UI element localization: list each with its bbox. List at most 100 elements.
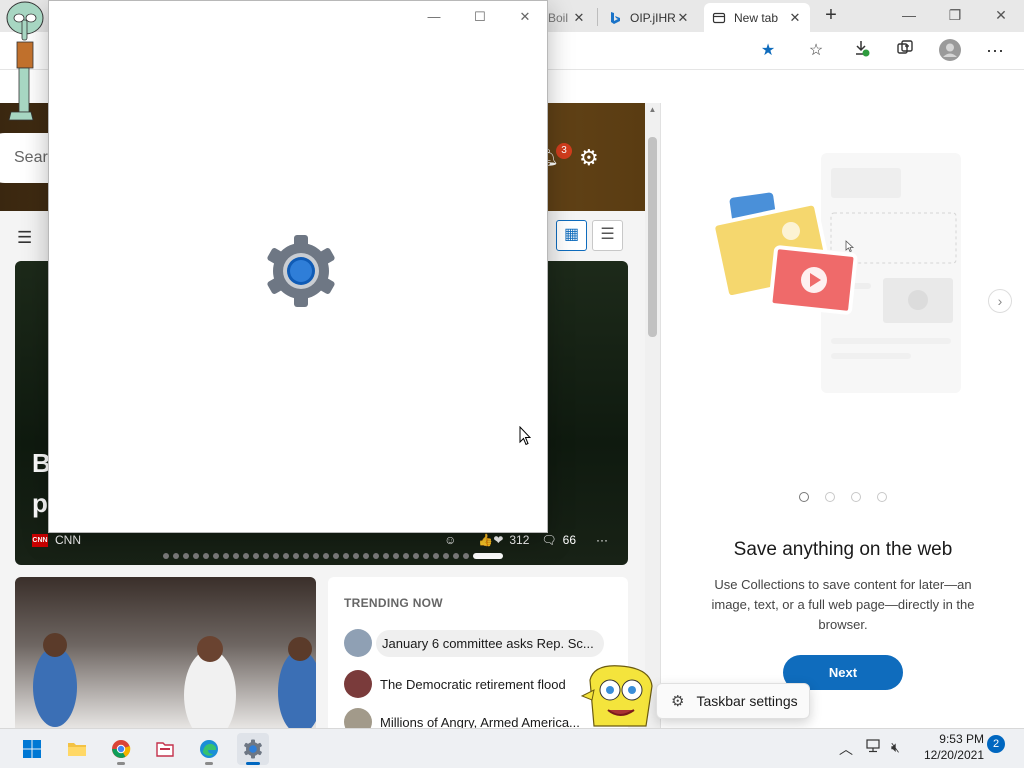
squidward-sticker-image xyxy=(6,1,44,121)
sports-news-card[interactable] xyxy=(15,577,316,728)
pager-dot[interactable] xyxy=(799,492,809,502)
comment-icon[interactable]: 🗨︎ xyxy=(541,533,556,547)
settings-button[interactable] xyxy=(237,733,269,765)
carousel-dot[interactable] xyxy=(203,553,209,559)
clock-time: 9:53 PM xyxy=(939,732,984,746)
minimize-icon[interactable]: — xyxy=(419,5,449,29)
taskbar: ︿ 🔇︎ 9:53 PM 12/20/2021 xyxy=(0,728,1024,768)
pager-dot[interactable] xyxy=(851,492,861,502)
menu-hamburger-icon[interactable]: ☰ xyxy=(17,228,32,248)
file-explorer-button[interactable] xyxy=(61,733,93,765)
carousel-dot[interactable] xyxy=(213,553,219,559)
trending-heading: TRENDING NOW xyxy=(344,596,443,610)
tab-label: OIP.jIHR xyxy=(630,10,676,25)
running-indicator xyxy=(205,762,213,765)
comment-count: 66 xyxy=(562,533,576,547)
onboarding-pager[interactable] xyxy=(799,492,887,502)
system-clock[interactable]: 9:53 PM 12/20/2021 xyxy=(918,731,984,763)
start-button[interactable] xyxy=(16,733,48,765)
chevron-up-icon[interactable]: ︿ xyxy=(839,739,853,759)
carousel-dot[interactable] xyxy=(343,553,349,559)
carousel-dot[interactable] xyxy=(423,553,429,559)
tab-new-tab[interactable]: New tab ✕ xyxy=(704,3,810,32)
carousel-dot[interactable] xyxy=(403,553,409,559)
carousel-dot[interactable] xyxy=(163,553,169,559)
carousel-dot[interactable] xyxy=(233,553,239,559)
carousel-dot[interactable] xyxy=(393,553,399,559)
more-options-icon[interactable]: ⋯ xyxy=(983,39,1007,63)
taskbar-settings-menu-item[interactable]: ⚙ Taskbar settings xyxy=(656,683,810,719)
maximize-icon[interactable]: ❐ xyxy=(932,0,978,32)
carousel-dot[interactable] xyxy=(453,553,459,559)
tab-oip[interactable]: OIP.jIHR ✕ xyxy=(600,3,698,32)
basketball-photo xyxy=(33,633,316,728)
downloads-icon[interactable] xyxy=(849,39,873,63)
list-view-icon[interactable]: ☰ xyxy=(592,220,623,251)
collections-description: Use Collections to save content for late… xyxy=(711,577,975,632)
carousel-dot[interactable] xyxy=(273,553,279,559)
close-window-icon[interactable]: ✕ xyxy=(978,0,1024,32)
maximize-icon[interactable]: ☐ xyxy=(465,5,495,29)
notification-center-badge[interactable]: 2 xyxy=(987,735,1005,753)
carousel-dot[interactable] xyxy=(443,553,449,559)
edge-button[interactable] xyxy=(193,733,225,765)
carousel-dot[interactable] xyxy=(383,553,389,559)
favorites-icon[interactable]: ☆ xyxy=(804,39,828,63)
close-icon[interactable]: ✕ xyxy=(788,10,802,26)
reaction-count: 312 xyxy=(509,533,530,547)
page-scrollbar[interactable]: ▲ xyxy=(645,103,660,728)
carousel-dot[interactable] xyxy=(333,553,339,559)
carousel-dot[interactable] xyxy=(263,553,269,559)
chrome-button[interactable] xyxy=(105,733,137,765)
carousel-dot[interactable] xyxy=(463,553,469,559)
carousel-dot[interactable] xyxy=(363,553,369,559)
network-icon[interactable] xyxy=(865,739,881,756)
new-tab-button[interactable]: + xyxy=(819,4,843,28)
file-manager-button[interactable] xyxy=(149,733,181,765)
carousel-dot[interactable] xyxy=(473,553,503,559)
collections-title: Save anything on the web xyxy=(733,539,953,560)
carousel-dot[interactable] xyxy=(313,553,319,559)
carousel-dot[interactable] xyxy=(303,553,309,559)
carousel-dot[interactable] xyxy=(193,553,199,559)
carousel-dots[interactable] xyxy=(163,553,503,559)
carousel-next-icon[interactable]: › xyxy=(988,289,1012,313)
chrome-icon xyxy=(112,740,131,758)
scroll-thumb[interactable] xyxy=(648,137,657,337)
bing-icon xyxy=(608,11,622,25)
close-icon[interactable]: ✕ xyxy=(572,10,586,26)
pager-dot[interactable] xyxy=(825,492,835,502)
carousel-dot[interactable] xyxy=(323,553,329,559)
add-reaction-icon[interactable]: ☺ xyxy=(444,533,456,547)
carousel-dot[interactable] xyxy=(283,553,289,559)
tab-boil[interactable]: Boil ✕ xyxy=(540,3,594,32)
favorite-star-icon[interactable]: ★ xyxy=(756,39,780,63)
notification-badge: 3 xyxy=(556,143,572,159)
carousel-dot[interactable] xyxy=(433,553,439,559)
profile-avatar-icon[interactable] xyxy=(938,39,962,63)
trending-item[interactable]: January 6 committee asks Rep. Sc... xyxy=(344,629,612,657)
carousel-dot[interactable] xyxy=(253,553,259,559)
settings-app-window[interactable]: — ☐ ✕ xyxy=(48,0,548,533)
carousel-dot[interactable] xyxy=(353,553,359,559)
running-indicator xyxy=(246,762,260,765)
close-icon[interactable]: ✕ xyxy=(676,10,690,26)
scroll-up-arrow-icon[interactable]: ▲ xyxy=(645,103,660,117)
grid-view-icon[interactable]: ▦ xyxy=(556,220,587,251)
carousel-dot[interactable] xyxy=(293,553,299,559)
carousel-dot[interactable] xyxy=(243,553,249,559)
page-settings-gear-icon[interactable]: ⚙ xyxy=(579,145,599,171)
carousel-dot[interactable] xyxy=(413,553,419,559)
trending-item[interactable]: The Democratic retirement flood xyxy=(344,670,612,698)
carousel-dot[interactable] xyxy=(183,553,189,559)
carousel-dot[interactable] xyxy=(373,553,379,559)
collections-icon[interactable] xyxy=(893,39,917,63)
volume-muted-icon[interactable]: 🔇︎ xyxy=(891,739,900,756)
minimize-icon[interactable]: — xyxy=(886,0,932,32)
close-icon[interactable]: ✕ xyxy=(510,5,540,29)
pager-dot[interactable] xyxy=(877,492,887,502)
carousel-dot[interactable] xyxy=(223,553,229,559)
trending-item[interactable]: Millions of Angry, Armed America... xyxy=(344,708,612,728)
card-more-button[interactable]: ··· xyxy=(596,533,608,547)
carousel-dot[interactable] xyxy=(173,553,179,559)
